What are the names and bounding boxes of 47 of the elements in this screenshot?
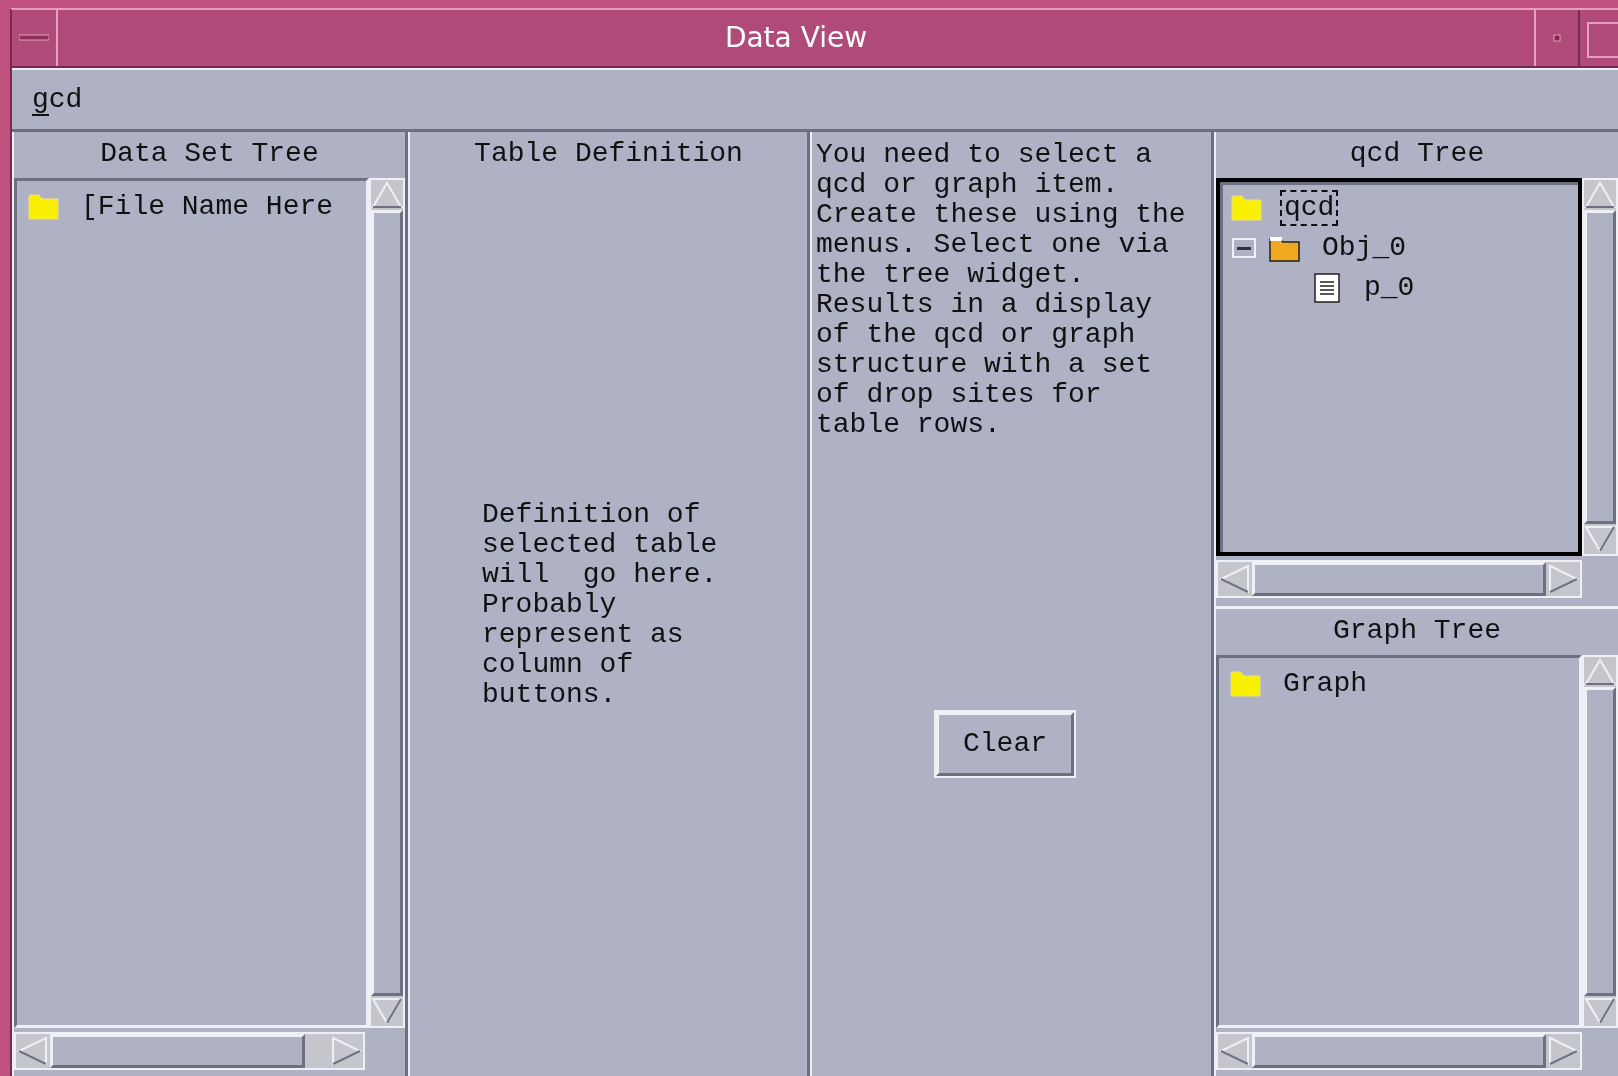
scroll-left-arrow[interactable] (1218, 562, 1252, 596)
window-title: Data View (723, 20, 869, 56)
placeholder-text: Definition of selected table will go here. Probably represent as column of buttons. (482, 500, 719, 710)
tree-item[interactable]: p_0 (1360, 270, 1419, 306)
scroll-left-arrow[interactable] (16, 1034, 50, 1068)
scroll-down-arrow[interactable] (1584, 996, 1616, 1026)
scrollbar[interactable] (1216, 1032, 1582, 1070)
minimize-button[interactable] (1534, 10, 1580, 66)
scroll-up-arrow[interactable] (1584, 657, 1616, 687)
scrollbar-thumb[interactable] (1252, 1034, 1546, 1068)
panel-title: Table Definition (473, 137, 744, 171)
tree-view[interactable]: [File Name Here (14, 178, 369, 1028)
scrollbar[interactable] (1216, 560, 1582, 598)
scrollbar[interactable] (369, 178, 405, 1028)
instruction-text: You need to select a qcd or graph item. Create these using the menus. Select one via the tree widget. Results in a display of the qcd or graph structure with a set of drop sites for table rows. (815, 138, 1187, 440)
tree-view[interactable]: qcd Obj_0 p_0 (1216, 178, 1582, 556)
scrollbar-thumb[interactable] (371, 210, 403, 996)
tree-item[interactable]: Graph (1279, 666, 1371, 702)
scroll-right-arrow[interactable] (329, 1034, 363, 1068)
scroll-down-arrow[interactable] (1584, 524, 1616, 554)
tree-item[interactable]: qcd (1280, 190, 1339, 226)
scrollbar-thumb[interactable] (1584, 687, 1616, 996)
minus-icon (19, 34, 49, 42)
folder-icon (1229, 669, 1263, 699)
tree-item[interactable]: [File Name Here (77, 189, 338, 225)
scrollbar-thumb[interactable] (1252, 562, 1546, 596)
scrollbar[interactable] (1582, 178, 1618, 556)
scroll-right-arrow[interactable] (1546, 1034, 1580, 1068)
menu-item[interactable]: gcd (32, 78, 83, 121)
folder-icon (27, 192, 61, 222)
panel-title: Data Set Tree (99, 137, 320, 171)
scrollbar[interactable] (14, 1032, 365, 1070)
folder-icon (1230, 193, 1264, 223)
scroll-up-arrow[interactable] (371, 180, 403, 210)
scroll-up-arrow[interactable] (1584, 180, 1616, 210)
scrollbar-thumb[interactable] (1584, 210, 1616, 524)
tree-view[interactable]: Graph (1216, 655, 1582, 1028)
clear-button[interactable]: Clear (936, 712, 1074, 776)
scrollbar-thumb[interactable] (50, 1034, 305, 1068)
scroll-down-arrow[interactable] (371, 996, 403, 1026)
panel-title: Graph Tree (1332, 614, 1502, 648)
tree-item[interactable]: Obj_0 (1318, 230, 1410, 266)
scroll-right-arrow[interactable] (1546, 562, 1580, 596)
panel-title: qcd Tree (1348, 137, 1486, 171)
scrollbar[interactable] (1582, 655, 1618, 1028)
expander[interactable] (1232, 238, 1256, 258)
scroll-left-arrow[interactable] (1218, 1034, 1252, 1068)
